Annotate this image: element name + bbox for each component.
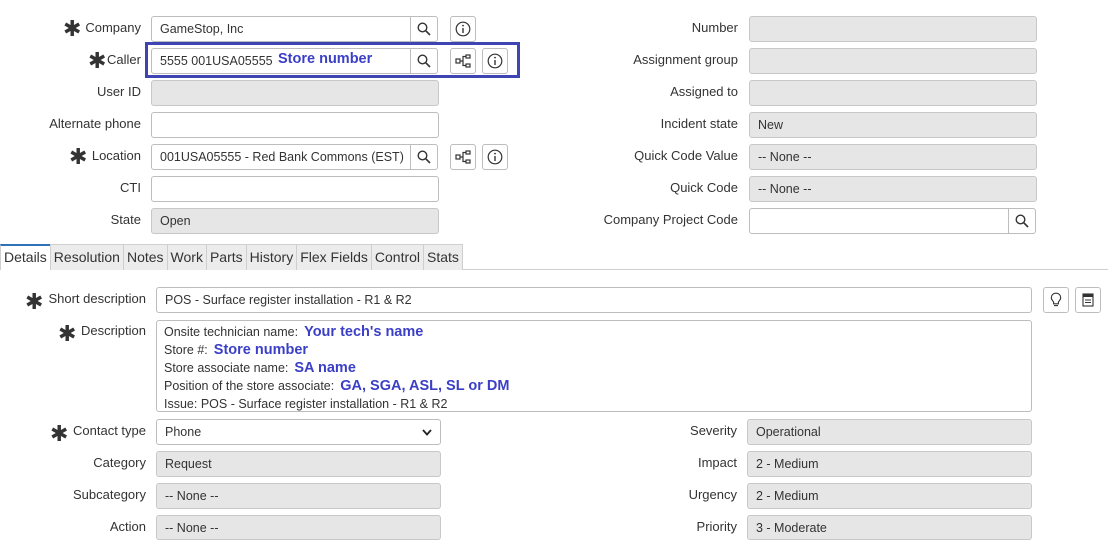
tab-parts[interactable]: Parts — [205, 244, 247, 270]
category-field: Request — [156, 451, 441, 477]
category-label: Category — [93, 455, 146, 470]
company-label: Company — [85, 20, 141, 35]
company-project-code-search-button[interactable] — [1008, 208, 1036, 234]
contact-type-select[interactable]: Phone — [156, 419, 441, 445]
location-hierarchy-button[interactable] — [450, 144, 476, 170]
location-info-button[interactable] — [482, 144, 508, 170]
impact-field: 2 - Medium — [747, 451, 1032, 477]
short-description-label: Short description — [48, 291, 146, 306]
contact-type-value: Phone — [165, 425, 202, 439]
info-icon — [487, 149, 503, 165]
urgency-label: Urgency — [688, 487, 737, 502]
tab-details[interactable]: Details — [0, 244, 51, 270]
line-text: Store associate name: — [164, 361, 289, 375]
assignment-group-field — [749, 48, 1037, 74]
quick-code-value-label: Quick Code Value — [634, 148, 738, 163]
location-input[interactable]: 001USA05555 - Red Bank Commons (EST) — [151, 144, 411, 170]
search-icon — [417, 22, 431, 36]
action-field: -- None -- — [156, 515, 441, 540]
company-project-code-input[interactable] — [749, 208, 1009, 234]
tab-resolution[interactable]: Resolution — [49, 244, 124, 270]
description-line: Store #: Store number — [164, 341, 1024, 359]
severity-field: Operational — [747, 419, 1032, 445]
subcategory-field: -- None -- — [156, 483, 441, 509]
user-id-field — [151, 80, 439, 106]
caller-label: Caller — [107, 52, 141, 67]
incident-state-label: Incident state — [660, 116, 738, 131]
description-line: Onsite technician name: Your tech's name — [164, 323, 1024, 341]
state-field: Open — [151, 208, 439, 234]
alternate-phone-input[interactable] — [151, 112, 439, 138]
search-icon — [417, 150, 431, 164]
suggestion-button[interactable] — [1043, 287, 1069, 313]
number-label: Number — [691, 20, 738, 35]
number-field — [749, 16, 1037, 42]
assigned-to-field — [749, 80, 1037, 106]
tab-notes[interactable]: Notes — [122, 244, 168, 270]
location-label: Location — [91, 148, 141, 163]
tab-bar: Details Resolution Notes Work Parts Hist… — [0, 244, 463, 270]
description-line: Issue: POS - Surface register installati… — [164, 395, 1024, 413]
tab-history[interactable]: History — [245, 244, 298, 270]
description-textarea[interactable]: Onsite technician name: Your tech's name … — [156, 320, 1032, 412]
alternate-phone-label: Alternate phone — [49, 116, 141, 131]
tab-stats[interactable]: Stats — [423, 244, 463, 270]
description-line: Position of the store associate: GA, SGA,… — [164, 377, 1024, 395]
tab-work[interactable]: Work — [166, 244, 207, 270]
priority-field: 3 - Moderate — [747, 515, 1032, 540]
caller-callout-box — [145, 42, 520, 78]
line-highlight: GA, SGA, ASL, SL or DM — [340, 378, 510, 394]
line-text: Issue: POS - Surface register installati… — [164, 397, 448, 411]
line-highlight: Your tech's name — [304, 324, 424, 340]
company-input[interactable]: GameStop, Inc — [151, 16, 411, 42]
info-icon — [455, 21, 471, 37]
line-highlight: Store number — [213, 342, 309, 358]
subcategory-label: Subcategory — [73, 487, 146, 502]
quick-code-label: Quick Code — [670, 180, 738, 195]
quick-code-value-field: -- None -- — [749, 144, 1037, 170]
chevron-down-icon — [422, 420, 432, 444]
tab-flex-fields[interactable]: Flex Fields — [296, 244, 372, 270]
user-id-label: User ID — [96, 84, 141, 99]
severity-label: Severity — [690, 423, 737, 438]
urgency-field: 2 - Medium — [747, 483, 1032, 509]
action-label: Action — [109, 519, 146, 534]
cti-input[interactable] — [151, 176, 439, 202]
location-search-button[interactable] — [410, 144, 438, 170]
impact-label: Impact — [697, 455, 737, 470]
company-search-button[interactable] — [410, 16, 438, 42]
assignment-group-label: Assignment group — [633, 52, 738, 67]
hierarchy-icon — [455, 150, 471, 164]
search-icon — [1015, 214, 1029, 228]
description-line: Store associate name: SA name — [164, 359, 1024, 377]
company-info-button[interactable] — [450, 16, 476, 42]
line-text: Onsite technician name: — [164, 325, 299, 339]
description-label: Description — [80, 323, 146, 338]
line-highlight: SA name — [294, 360, 356, 376]
quick-code-field: -- None -- — [749, 176, 1037, 202]
template-button[interactable] — [1075, 287, 1101, 313]
priority-label: Priority — [696, 519, 737, 534]
cti-label: CTI — [120, 180, 141, 195]
short-description-input[interactable]: POS - Surface register installation - R1… — [156, 287, 1032, 313]
line-text: Store #: — [164, 343, 208, 357]
contact-type-label: Contact type — [73, 423, 146, 438]
template-icon — [1082, 293, 1094, 307]
lightbulb-icon — [1050, 292, 1062, 307]
line-text: Position of the store associate: — [164, 379, 335, 393]
tab-control[interactable]: Control — [370, 244, 425, 270]
incident-state-field: New — [749, 112, 1037, 138]
assigned-to-label: Assigned to — [670, 84, 738, 99]
company-project-code-label: Company Project Code — [603, 212, 738, 227]
state-label: State — [110, 212, 141, 227]
